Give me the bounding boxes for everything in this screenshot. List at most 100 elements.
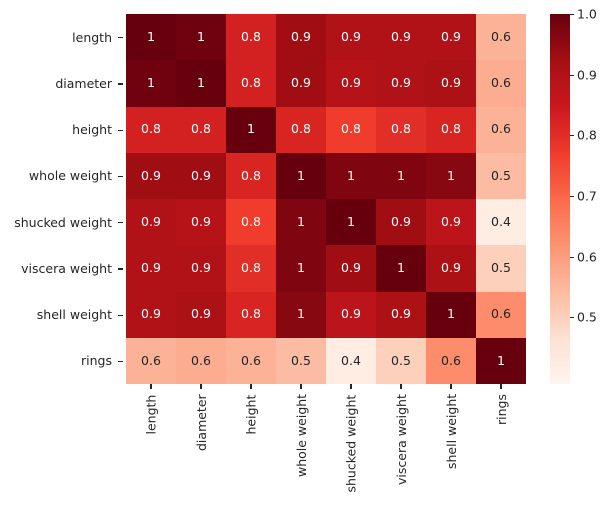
x-tick-label-text: rings	[476, 392, 526, 510]
x-tick-label-span: whole weight	[293, 393, 309, 477]
heatmap-cell: 0.9	[326, 291, 376, 338]
heatmap-cell: 0.8	[326, 106, 376, 153]
x-tick-label-span: shell weight	[443, 393, 459, 469]
x-tick-label-whole-weight: whole weight	[276, 384, 326, 513]
x-tick-label-span: length	[143, 394, 159, 434]
colorbar-gradient	[550, 14, 570, 384]
heatmap-cell: 0.6	[176, 337, 226, 384]
heatmap-cell: 0.9	[276, 60, 326, 107]
x-tick-label-length: length	[126, 384, 176, 513]
heatmap-cell: 0.9	[326, 60, 376, 107]
y-tick-mark	[118, 360, 123, 363]
x-tick-label-rings: rings	[476, 384, 526, 513]
y-tick-label-shucked-weight: shucked weight	[14, 214, 112, 230]
y-tick-label-height: height	[72, 122, 112, 138]
heatmap-cell: 0.9	[126, 152, 176, 199]
x-tick-label-diameter: diameter	[176, 384, 226, 513]
heatmap-cell: 1	[226, 106, 276, 153]
heatmap-cell: 0.6	[126, 337, 176, 384]
heatmap-cell: 0.6	[476, 291, 526, 338]
heatmap-cell: 0.5	[476, 152, 526, 199]
heatmap-cell: 0.8	[226, 152, 276, 199]
heatmap-cell: 0.9	[176, 152, 226, 199]
heatmap-cell: 1	[426, 291, 476, 338]
x-tick-label-text: length	[126, 392, 176, 510]
colorbar-tick-mark	[570, 317, 574, 319]
x-tick-label-text: shucked weight	[326, 392, 376, 510]
heatmap-cell: 1	[376, 245, 426, 292]
heatmap-cell: 0.8	[376, 106, 426, 153]
heatmap-cell: 0.9	[376, 14, 426, 61]
x-tick-mark	[250, 384, 252, 389]
heatmap-cell: 0.8	[226, 245, 276, 292]
x-tick-label-text: viscera weight	[376, 392, 426, 510]
y-tick-label-viscera-weight: viscera weight	[21, 260, 112, 276]
x-tick-label-height: height	[226, 384, 276, 513]
heatmap-cell: 0.9	[176, 245, 226, 292]
y-tick-label-diameter: diameter	[55, 75, 112, 91]
heatmap-cell: 0.9	[126, 199, 176, 246]
colorbar-tick-mark	[570, 74, 574, 76]
colorbar-tick-label: 0.9	[577, 67, 597, 83]
x-tick-mark	[300, 384, 302, 389]
y-tick-label-whole-weight: whole weight	[28, 168, 112, 184]
heatmap-cell: 0.8	[226, 291, 276, 338]
x-tick-label-shell-weight: shell weight	[426, 384, 476, 513]
x-tick-label-span: diameter	[193, 394, 209, 451]
heatmap-cell: 0.6	[476, 60, 526, 107]
heatmap-cell: 0.8	[226, 60, 276, 107]
y-tick-mark	[118, 314, 123, 316]
heatmap-cell: 0.9	[376, 291, 426, 338]
heatmap-cell: 1	[126, 14, 176, 61]
colorbar-tick-label: 0.7	[577, 188, 597, 204]
heatmap-cell: 0.5	[276, 337, 326, 384]
y-tick-label-rings: rings	[81, 353, 112, 369]
x-tick-label-text: whole weight	[276, 392, 326, 510]
x-tick-label-text: shell weight	[426, 392, 476, 510]
heatmap-cell: 0.9	[426, 199, 476, 246]
y-tick-mark	[118, 268, 123, 270]
heatmap-cell: 0.9	[176, 291, 226, 338]
colorbar-tick-label: 1.0	[577, 6, 597, 22]
x-tick-label-text: diameter	[176, 392, 226, 510]
y-tick-mark	[118, 175, 123, 178]
heatmap-cell: 0.8	[226, 199, 276, 246]
heatmap-cell: 0.4	[476, 199, 526, 246]
heatmap-figure: length diameter height whole weight shucked …	[0, 0, 610, 513]
x-tick-mark	[450, 384, 452, 389]
x-tick-label-span: shucked weight	[343, 394, 359, 492]
heatmap-cell: 0.9	[276, 14, 326, 61]
x-tick-mark	[150, 384, 152, 389]
heatmap-cell: 0.5	[476, 245, 526, 292]
colorbar-tick-mark	[570, 195, 574, 198]
heatmap-cell: 0.5	[376, 337, 426, 384]
heatmap-cell: 0.9	[376, 199, 426, 246]
heatmap-cell: 0.9	[376, 60, 426, 107]
y-tick-label-length: length	[72, 29, 112, 45]
heatmap-cell: 1	[376, 152, 426, 199]
x-tick-mark	[350, 384, 352, 389]
x-axis-tick-labels: length diameter height whole weight shucked …	[126, 384, 526, 513]
heatmap-cell: 1	[276, 245, 326, 292]
heatmap-cell: 0.9	[426, 14, 476, 61]
x-tick-label-span: height	[243, 394, 259, 434]
heatmap-cell: 0.8	[176, 106, 226, 153]
x-tick-mark	[200, 384, 202, 389]
heatmap-cell: 0.6	[476, 106, 526, 153]
heatmap-cell: 1	[426, 152, 476, 199]
y-axis-tick-labels: length diameter height whole weight shucked …	[0, 14, 123, 384]
y-tick-mark	[118, 222, 123, 224]
y-tick-label-shell-weight: shell weight	[36, 307, 112, 323]
x-tick-label-shucked-weight: shucked weight	[326, 384, 376, 513]
heatmap-cell: 1	[126, 60, 176, 107]
heatmap-cell: 1	[326, 152, 376, 199]
heatmap-cell: 0.8	[226, 14, 276, 61]
colorbar-tick-label: 0.6	[577, 249, 597, 265]
x-tick-label-text: height	[226, 392, 276, 510]
heatmap-cell: 1	[276, 199, 326, 246]
heatmap-cell: 0.6	[476, 14, 526, 61]
heatmap-cell: 0.9	[126, 245, 176, 292]
colorbar-tick-label: 0.5	[577, 309, 597, 325]
x-tick-mark	[500, 384, 502, 389]
colorbar-tick-label: 0.8	[577, 127, 597, 143]
